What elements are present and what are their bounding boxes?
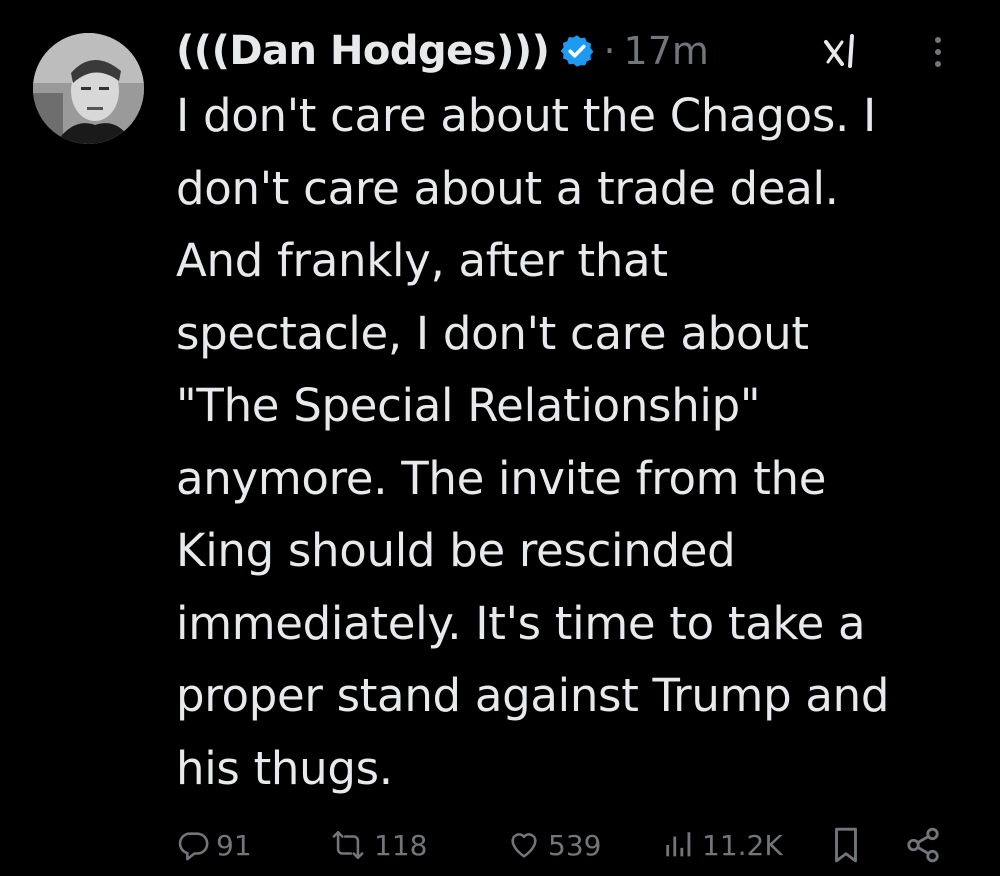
avatar[interactable] (33, 33, 144, 144)
reply-count: 91 (216, 828, 252, 862)
separator-dot: · (603, 29, 616, 73)
heart-icon (506, 828, 542, 862)
author-name[interactable]: (((Dan Hodges))) (176, 28, 550, 74)
views-bar-chart-icon (662, 828, 696, 862)
retweet-button[interactable]: 118 (328, 825, 427, 865)
bookmark-icon (830, 826, 862, 864)
share-button[interactable] (904, 825, 942, 865)
views-button[interactable]: 11.2K (662, 825, 783, 865)
timestamp[interactable]: 17m (624, 29, 709, 73)
more-options-icon[interactable] (928, 30, 948, 74)
like-button[interactable]: 539 (506, 825, 601, 865)
reply-button[interactable]: 91 (176, 825, 252, 865)
like-count: 539 (548, 828, 602, 862)
tweet-text: I don't care about the Chagos. I don't c… (176, 89, 890, 795)
tweet-header: (((Dan Hodges))) · 17m (176, 20, 976, 82)
action-bar: 91 118 539 11.2K (0, 815, 1000, 875)
bookmark-button[interactable] (830, 825, 862, 865)
retweet-icon (328, 828, 368, 862)
grok-icon[interactable] (820, 32, 860, 72)
retweet-count: 118 (374, 828, 428, 862)
views-count: 11.2K (702, 828, 783, 862)
verified-badge-icon[interactable] (559, 33, 595, 69)
share-icon (904, 826, 942, 864)
reply-icon (176, 828, 210, 862)
